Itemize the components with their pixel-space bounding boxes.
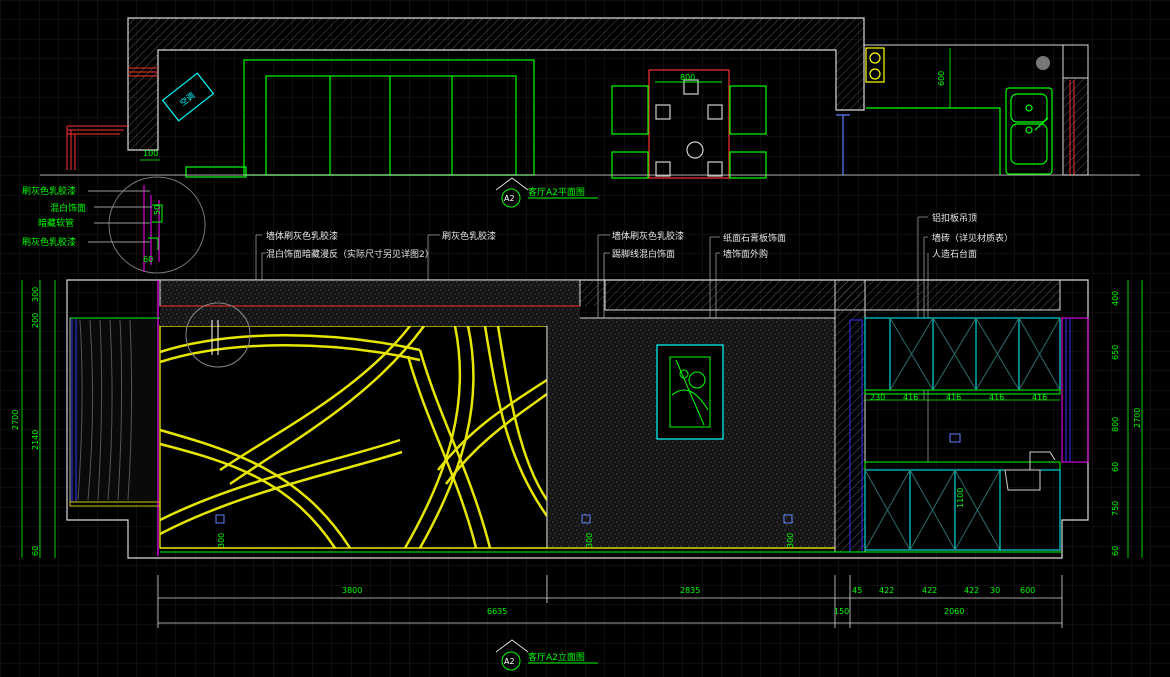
inner-dim-2: 300 (217, 533, 226, 548)
bottom-dim-6: 422 (964, 586, 979, 595)
bottom-dim-1: 3800 (342, 586, 362, 595)
bottom-dim-9: 6635 (487, 607, 507, 616)
right-dim-4: 2700 (1133, 408, 1142, 428)
plan-title: 客厅A2平面图 (528, 186, 585, 198)
inner-dim-3: 300 (585, 533, 594, 548)
annotation-4: 墙体刷灰色乳胶漆 (612, 230, 684, 242)
inner-dim-1: 1100 (956, 488, 965, 508)
right-dim-1: 400 (1111, 291, 1120, 306)
annotation-5: 踢脚线混白饰面 (612, 248, 675, 260)
plan-marker: A2 (504, 194, 515, 203)
bottom-dim-4: 422 (879, 586, 894, 595)
annotation-9: 墙砖（详见材质表） (932, 232, 1013, 244)
cabinet-dim-4: 416 (989, 393, 1004, 402)
bottom-dim-2: 2835 (680, 586, 700, 595)
bottom-dim-10: 150 (834, 607, 849, 616)
annotation-3: 刷灰色乳胶漆 (442, 230, 496, 242)
bottom-dim-11: 2060 (944, 607, 964, 616)
plan-dim-counter: 600 (937, 71, 946, 86)
detail-callout-1: 刷灰色乳胶漆 (22, 185, 76, 197)
cabinet-dim-1: 230 (870, 393, 885, 402)
cad-drawing-canvas: 空调 800 600 100 A2 客厅A2平面图 刷灰色乳胶漆 混白饰面 暗藏… (0, 0, 1170, 677)
annotation-8: 铝扣板吊顶 (932, 212, 977, 224)
elevation-title: 客厅A2立面图 (528, 651, 585, 663)
cabinet-dim-2: 416 (903, 393, 918, 402)
annotation-2: 混白饰面暗藏漫反（实际尺寸另见详图2） (266, 248, 434, 260)
annotation-6: 纸面石膏板饰面 (723, 232, 786, 244)
cabinet-dim-3: 416 (946, 393, 961, 402)
right-dim-2: 650 (1111, 345, 1120, 360)
elevation-marker: A2 (504, 657, 515, 666)
left-dim-4: 2700 (11, 410, 20, 430)
plan-dim-table: 800 (680, 73, 695, 82)
left-dim-2: 200 (31, 313, 40, 328)
right-dim-5: 60 (1111, 462, 1120, 472)
left-dim-5: 60 (31, 546, 40, 556)
right-dim-6: 750 (1111, 501, 1120, 516)
bottom-dim-7: 30 (990, 586, 1000, 595)
right-dim-7: 60 (1111, 546, 1120, 556)
inner-dim-4: 300 (786, 533, 795, 548)
plan-dim-wall: 100 (143, 149, 158, 158)
detail-dim-2: 60 (143, 255, 153, 264)
right-dim-3: 800 (1111, 417, 1120, 432)
bottom-dim-3: 45 (852, 586, 862, 595)
annotation-10: 人造石台面 (932, 248, 977, 260)
annotation-1: 墙体刷灰色乳胶漆 (266, 230, 338, 242)
detail-callout-3: 暗藏软管 (38, 217, 74, 229)
bottom-dim-8: 600 (1020, 586, 1035, 595)
detail-dim-1: 50 (153, 205, 162, 215)
detail-callout-4: 刷灰色乳胶漆 (22, 236, 76, 248)
annotation-7: 墙饰面外购 (723, 248, 768, 260)
left-dim-3: 2140 (31, 430, 40, 450)
bottom-dim-5: 422 (922, 586, 937, 595)
left-dim-1: 300 (31, 287, 40, 302)
detail-callout-2: 混白饰面 (50, 202, 86, 214)
cabinet-dim-5: 416 (1032, 393, 1047, 402)
